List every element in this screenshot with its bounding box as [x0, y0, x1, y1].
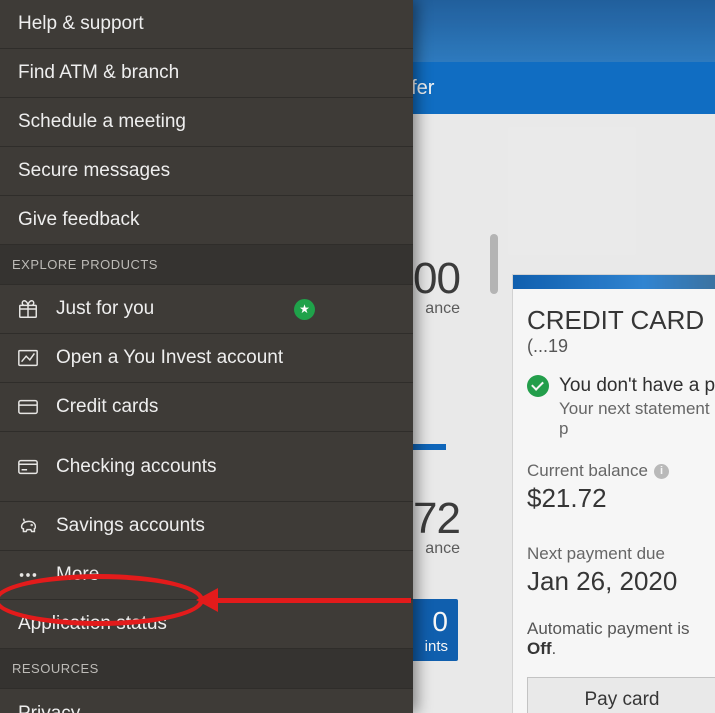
check-circle-icon: [527, 375, 549, 397]
card-title[interactable]: CREDIT CARD: [527, 305, 704, 335]
info-icon[interactable]: i: [654, 464, 669, 479]
pay-card-button[interactable]: Pay card: [527, 677, 715, 713]
menu-more[interactable]: More: [0, 551, 413, 600]
section-explore-products: EXPLORE PRODUCTS: [0, 245, 413, 285]
menu-checking-accounts[interactable]: Checking accounts: [0, 432, 413, 502]
credit-card-icon: [16, 395, 40, 419]
card-mask: (...19: [527, 336, 568, 356]
menu-give-feedback[interactable]: Give feedback: [0, 196, 413, 245]
autopay-status: Automatic payment is Off.: [527, 619, 715, 659]
section-resources: RESOURCES: [0, 649, 413, 689]
balance-label: Current balance i: [527, 461, 715, 481]
menu-savings-accounts[interactable]: Savings accounts: [0, 502, 413, 551]
menu-schedule-meeting[interactable]: Schedule a meeting: [0, 98, 413, 147]
chart-up-icon: [16, 346, 40, 370]
menu-secure-messages[interactable]: Secure messages: [0, 147, 413, 196]
piggy-bank-icon: [16, 514, 40, 538]
menu-help-support[interactable]: Help & support: [0, 0, 413, 49]
menu-just-for-you[interactable]: Just for you ★: [0, 285, 413, 334]
menu-you-invest[interactable]: Open a You Invest account: [0, 334, 413, 383]
rewards-points: 0: [432, 606, 448, 638]
menu-application-status[interactable]: Application status: [0, 600, 413, 649]
menu-credit-cards[interactable]: Credit cards: [0, 383, 413, 432]
rewards-label: ints: [425, 638, 448, 655]
scrollbar-thumb[interactable]: [490, 234, 498, 294]
payment-status-sub: Your next statement p: [559, 399, 715, 439]
more-dots-icon: [16, 563, 40, 587]
next-due-value: Jan 26, 2020: [527, 566, 715, 597]
menu-find-atm[interactable]: Find ATM & branch: [0, 49, 413, 98]
credit-card-panel: CREDIT CARD (...19 You don't have a p Yo…: [512, 274, 715, 713]
next-due-label: Next payment due: [527, 544, 715, 564]
main-menu-drawer: Help & support Find ATM & branch Schedul…: [0, 0, 413, 713]
payment-status: You don't have a p: [559, 375, 715, 397]
check-card-icon: [16, 455, 40, 479]
menu-privacy[interactable]: Privacy: [0, 689, 413, 713]
card-art-strip: [513, 275, 715, 289]
gift-icon: [16, 297, 40, 321]
star-badge-icon: ★: [294, 299, 315, 320]
balance-value: $21.72: [527, 483, 715, 514]
